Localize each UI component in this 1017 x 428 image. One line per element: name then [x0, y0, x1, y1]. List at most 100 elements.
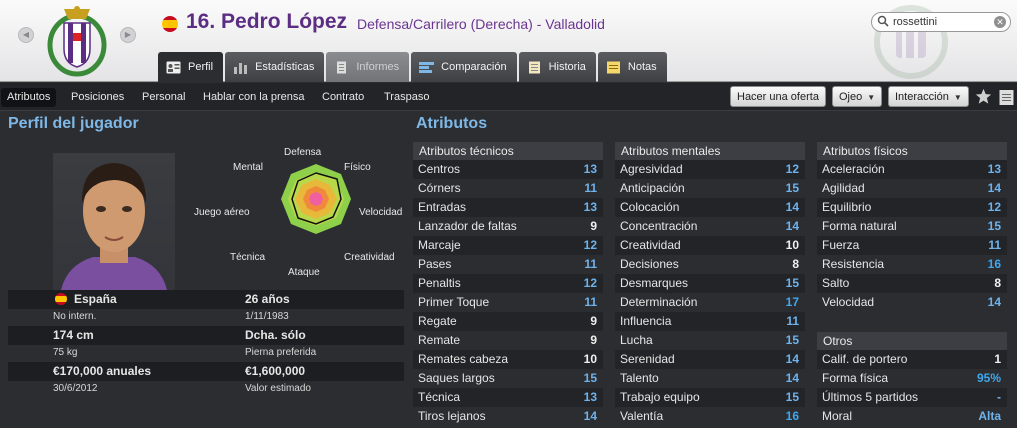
- scout-label: Ojeo: [839, 91, 863, 103]
- bio-row: España 26 años: [8, 290, 404, 309]
- forward-arrow-button[interactable]: ▶: [120, 27, 136, 43]
- tab-label: Estadísticas: [255, 61, 315, 73]
- radar-label-creatividad: Creatividad: [344, 252, 395, 263]
- attribute-name: Moral: [822, 409, 853, 423]
- club-crest-icon: [47, 6, 107, 77]
- table-row: Concentración 14: [615, 217, 805, 236]
- radar-label-aereo: Juego aéreo: [194, 207, 250, 218]
- search-input[interactable]: rossettini: [893, 16, 937, 28]
- table-row: Lucha 15: [615, 331, 805, 350]
- table-header: Atributos mentales: [615, 142, 805, 160]
- table-row: Últimos 5 partidos -: [817, 388, 1007, 407]
- attribute-name: Forma física: [822, 371, 889, 385]
- tab-informes[interactable]: Informes: [326, 52, 410, 82]
- spain-flag-icon: [162, 16, 178, 32]
- attribute-value: 10: [583, 352, 597, 366]
- attribute-value: 11: [786, 314, 799, 328]
- bio-row: 30/6/2012 Valor estimado: [8, 381, 404, 398]
- interaction-dropdown-button[interactable]: Interacción ▼: [888, 86, 969, 107]
- table-body: Centros 13 Córners 11 Entradas 13 Lanzador de …: [413, 160, 603, 426]
- subnav-atributos[interactable]: Atributos: [1, 88, 57, 107]
- table-row: Regate 9: [413, 312, 603, 331]
- radar-label-mental: Mental: [233, 162, 264, 173]
- player-role-club: Defensa/Carrilero (Derecha) - Valladolid: [357, 16, 605, 32]
- scout-dropdown-button[interactable]: Ojeo ▼: [832, 86, 883, 107]
- report-icon: [337, 61, 347, 73]
- attribute-name: Lucha: [620, 333, 653, 347]
- table-row: Primer Toque 11: [413, 293, 603, 312]
- attribute-value: 14: [583, 409, 597, 423]
- chevron-down-icon: ▼: [867, 93, 876, 102]
- attribute-value: 15: [785, 333, 799, 347]
- attribute-name: Anticipación: [620, 181, 685, 195]
- attribute-value: 12: [987, 200, 1001, 214]
- search-field[interactable]: rossettini ✕: [871, 12, 1011, 32]
- subnav-contrato[interactable]: Contrato: [316, 88, 370, 107]
- attribute-value: 15: [785, 181, 799, 195]
- table-row: Tiros lejanos 14: [413, 407, 603, 426]
- table-row: Técnica 13: [413, 388, 603, 407]
- attribute-name: Remates cabeza: [418, 352, 509, 366]
- subnav-posiciones[interactable]: Posiciones: [65, 88, 130, 107]
- attribute-value: 12: [583, 276, 597, 290]
- table-header: Atributos técnicos: [413, 142, 603, 160]
- attribute-name: Concentración: [620, 219, 698, 233]
- attribute-name: Salto: [822, 276, 850, 290]
- table-row: Lanzador de faltas 9: [413, 217, 603, 236]
- subnav-personal[interactable]: Personal: [136, 88, 191, 107]
- player-profile-window: ◀ ▶ 16. Pedro López Defensa/Carrilero (D…: [0, 0, 1017, 428]
- interaction-label: Interacción: [895, 91, 949, 103]
- player-photo: [53, 153, 175, 290]
- attribute-name: Regate: [418, 314, 457, 328]
- tab-bar: Perfil Estadísticas Informes Comparación…: [158, 52, 667, 82]
- tab-comparacion[interactable]: Comparación: [411, 52, 517, 82]
- attribute-value: 12: [785, 162, 799, 176]
- table-row: Resistencia 16: [817, 255, 1007, 274]
- attribute-value: 12: [583, 238, 597, 252]
- attribute-value: 8: [994, 276, 1001, 290]
- attribute-value: 11: [584, 181, 597, 195]
- table-row: Desmarques 15: [615, 274, 805, 293]
- tab-notas[interactable]: Notas: [597, 52, 667, 82]
- table-body: Calif. de portero 1 Forma física 95% Últimos…: [817, 350, 1007, 426]
- attribute-value: 9: [590, 219, 597, 233]
- table-row: Fuerza 11: [817, 236, 1007, 255]
- tab-estadisticas[interactable]: Estadísticas: [225, 52, 325, 82]
- attribute-name: Primer Toque: [418, 295, 490, 309]
- attribute-value: 11: [584, 257, 597, 271]
- tab-historia[interactable]: Historia: [518, 52, 596, 82]
- attribute-value: 11: [584, 295, 597, 309]
- table-body: Agresividad 12 Anticipación 15 Colocación 14 C…: [615, 160, 805, 426]
- table-row: Creatividad 10: [615, 236, 805, 255]
- table-row: Penaltis 12: [413, 274, 603, 293]
- subnav-hablar-prensa[interactable]: Hablar con la prensa: [197, 88, 311, 107]
- make-offer-button[interactable]: Hacer una oferta: [730, 86, 826, 107]
- bio-row: 75 kg Pierna preferida: [8, 345, 404, 362]
- spain-flag-icon: [55, 293, 67, 305]
- attribute-name: Talento: [620, 371, 659, 385]
- subnav-traspaso[interactable]: Traspaso: [378, 88, 435, 107]
- attribute-name: Creatividad: [620, 238, 681, 252]
- clear-search-icon[interactable]: ✕: [994, 16, 1006, 28]
- attribute-value: 14: [785, 352, 799, 366]
- attribute-name: Fuerza: [822, 238, 860, 252]
- star-icon[interactable]: [975, 88, 992, 105]
- bio-row: 174 cm Dcha. sólo: [8, 326, 404, 345]
- table-row: Remates cabeza 10: [413, 350, 603, 369]
- tab-label: Comparación: [441, 61, 507, 73]
- nationality: España: [74, 292, 117, 306]
- notepad-icon[interactable]: [999, 89, 1014, 105]
- tab-label: Notas: [627, 61, 657, 73]
- tab-perfil[interactable]: Perfil: [158, 52, 224, 82]
- tab-label: Perfil: [188, 61, 214, 73]
- attribute-value: 8: [792, 257, 799, 271]
- bio-row: €170,000 anuales €1,600,000: [8, 362, 404, 381]
- header-bar: ◀ ▶ 16. Pedro López Defensa/Carrilero (D…: [0, 0, 1017, 82]
- back-arrow-button[interactable]: ◀: [18, 27, 34, 43]
- technical-attributes-table: Atributos técnicos Centros 13 Córners 11 Ent…: [413, 142, 603, 426]
- attribute-name: Trabajo equipo: [620, 390, 700, 404]
- attribute-name: Aceleración: [822, 162, 885, 176]
- radar-label-velocidad: Velocidad: [359, 207, 403, 218]
- other-attributes-table: Otros Calif. de portero 1 Forma física 95% Ú…: [817, 332, 1007, 426]
- table-row: Anticipación 15: [615, 179, 805, 198]
